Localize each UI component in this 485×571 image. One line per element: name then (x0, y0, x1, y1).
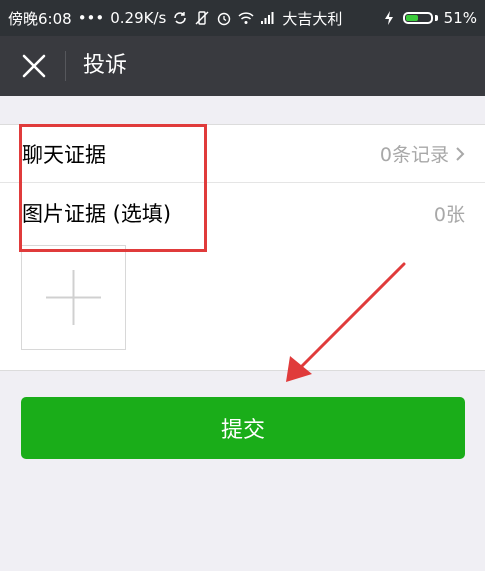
carrier-name: 大吉大利 (282, 9, 343, 28)
nav-bar: 投诉 (0, 36, 485, 96)
sync-icon (174, 12, 187, 24)
add-image-button[interactable] (21, 245, 126, 350)
status-bar-right: 51% (381, 9, 477, 27)
submit-button[interactable]: 提交 (21, 397, 465, 459)
battery-percent: 51% (443, 9, 477, 27)
alarm-icon (218, 12, 231, 26)
battery-icon (402, 12, 438, 24)
annotation-highlight-box (19, 124, 207, 252)
plus-icon (46, 270, 101, 325)
close-icon[interactable] (20, 52, 48, 80)
network-speed: 0.29K/s (110, 9, 167, 27)
chat-evidence-value: 0条记录 (380, 140, 465, 167)
image-evidence-count: 0张 (433, 203, 465, 226)
wifi-icon (238, 12, 254, 24)
page-title: 投诉 (83, 53, 128, 78)
nav-divider (65, 51, 66, 81)
signal-icon (261, 12, 274, 24)
chevron-right-icon (456, 146, 465, 161)
status-bar: 傍晚6:08 ••• 0.29K/s 大吉大利 51% (0, 0, 485, 36)
status-time: 傍晚6:08 (8, 9, 72, 28)
vibrate-off-icon (195, 11, 209, 25)
chat-evidence-count: 0条记录 (379, 144, 449, 166)
status-dots: ••• (77, 9, 105, 27)
status-bar-left: 傍晚6:08 ••• 0.29K/s 大吉大利 (8, 8, 342, 29)
charging-icon (384, 11, 393, 25)
